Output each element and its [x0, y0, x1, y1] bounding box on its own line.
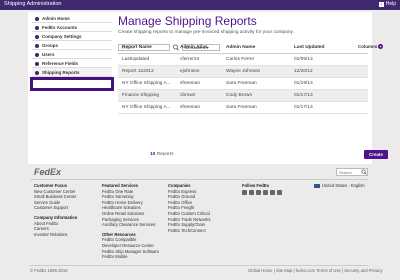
- column-header-last-updated[interactable]: Last Updated: [290, 42, 368, 54]
- bullet-icon: [35, 61, 39, 66]
- reports-table: Report Name Admin Alias Admin Name Last …: [118, 42, 368, 114]
- cell-report-name[interactable]: NY Office Shipping A...: [118, 101, 176, 114]
- social-links: [242, 190, 282, 195]
- report-count-value: 10: [150, 152, 156, 157]
- nav-label: Shipping Reports: [42, 70, 80, 75]
- nav-label: FedEx Accounts: [42, 25, 78, 30]
- instagram-icon[interactable]: [270, 190, 275, 195]
- table-header-row: Report Name Admin Alias Admin Name Last …: [118, 42, 368, 54]
- nav-label: Users: [42, 52, 55, 57]
- nav-item-groups[interactable]: Groups: [32, 41, 112, 50]
- footer-heading: Company Information: [34, 214, 78, 220]
- country-label: United States - English: [322, 183, 365, 188]
- cell-last-updated: 01/17/13: [290, 101, 368, 114]
- bullet-icon: [35, 34, 39, 39]
- country-selector[interactable]: United States - English: [314, 183, 365, 188]
- selection-highlight: [30, 77, 114, 91]
- bullet-icon: [35, 25, 39, 30]
- cell-admin-name: Sara Freeman: [222, 101, 290, 114]
- cell-admin-alias: ejohnson: [176, 65, 222, 78]
- footer-link[interactable]: FedEx Custom Critical: [168, 211, 211, 217]
- top-bar: Shipping Administration ? Help: [0, 0, 400, 10]
- footer-divider: [30, 179, 368, 180]
- footer-column-companies: Companies FedEx Express FedEx Ground Fed…: [168, 183, 211, 233]
- cell-admin-alias: cferrer24: [176, 53, 222, 66]
- column-header-report-name[interactable]: Report Name: [118, 42, 176, 54]
- nav-item-reference-fields[interactable]: Reference Fields: [32, 59, 112, 68]
- report-count-label: Reports: [156, 152, 174, 157]
- logo-text: FedEx: [34, 167, 62, 177]
- cell-admin-alias: cbrown: [176, 89, 222, 102]
- table-row[interactable]: Finance Shipping cbrown Cody Brown 01/17…: [118, 89, 368, 102]
- footer-link[interactable]: Developer Resource Center: [102, 243, 159, 249]
- nav-item-users[interactable]: Users: [32, 50, 112, 59]
- nav-label: Reference Fields: [42, 61, 79, 66]
- fedex-logo[interactable]: FedEx: [34, 167, 61, 177]
- page-title: Manage Shipping Reports: [118, 14, 257, 28]
- footer-divider-bottom: [30, 265, 368, 266]
- copyright: © FedEx 1995-2016: [30, 268, 68, 273]
- report-count: 10 Reports: [150, 152, 173, 157]
- footer-search-icon[interactable]: [361, 169, 367, 175]
- follow-heading: Follow FedEx: [242, 183, 269, 188]
- help-label: Help: [385, 1, 396, 7]
- footer-link[interactable]: FedEx Mobile: [102, 254, 159, 260]
- footer-column-featured-services: Featured Services FedEx One Rate FedEx S…: [102, 183, 159, 260]
- create-button[interactable]: Create: [364, 150, 388, 159]
- cell-admin-alias: sfreeman: [176, 77, 222, 90]
- cell-report-name[interactable]: Report 122012: [118, 65, 176, 78]
- nav-item-shipping-reports[interactable]: Shipping Reports: [32, 68, 112, 77]
- footer-link[interactable]: Small Business Center: [34, 194, 77, 200]
- cell-last-updated: 01/19/13: [290, 77, 368, 90]
- nav-item-company-settings[interactable]: Company Settings: [32, 32, 112, 41]
- us-flag-icon: [314, 183, 320, 188]
- legal-links[interactable]: Global Home | Site Map | fedex.com Terms…: [248, 268, 382, 273]
- nav-item-fedex-accounts[interactable]: FedEx Accounts: [32, 23, 112, 32]
- bullet-icon: [35, 16, 39, 21]
- cell-report-name[interactable]: NY Office Shipping A...: [118, 77, 176, 90]
- column-header-admin-name[interactable]: Admin Name: [222, 42, 290, 54]
- page-description: Create shipping reports to manage pre-in…: [118, 30, 294, 35]
- cell-last-updated: 01/05/13: [290, 53, 368, 66]
- cell-admin-name: Wayne Johnson: [222, 65, 290, 78]
- footer-link[interactable]: FedEx TechConnect: [168, 228, 211, 234]
- linkedin-icon[interactable]: [263, 190, 268, 195]
- cell-admin-name: Carlos Ferrer: [222, 53, 290, 66]
- cell-admin-name: Cody Brown: [222, 89, 290, 102]
- youtube-icon[interactable]: [256, 190, 261, 195]
- facebook-icon[interactable]: [242, 190, 247, 195]
- bullet-icon: [35, 52, 39, 57]
- column-header-admin-alias[interactable]: Admin Alias: [176, 42, 222, 54]
- cell-admin-name: Sara Freeman: [222, 77, 290, 90]
- footer-link[interactable]: Investor Relations: [34, 232, 77, 238]
- cell-admin-alias: sfreeman: [176, 101, 222, 114]
- help-link[interactable]: ? Help: [378, 1, 396, 7]
- footer-column-customer-focus: Customer Focus New Customer Center Small…: [34, 183, 77, 237]
- table-row[interactable]: Report 122012 ejohnson Wayne Johnson 12/…: [118, 65, 368, 78]
- cell-last-updated: 12/20/12: [290, 65, 368, 78]
- bullet-icon: [35, 70, 39, 75]
- table-row[interactable]: NY Office Shipping A... sfreeman Sara Fr…: [118, 77, 368, 90]
- cell-last-updated: 01/17/13: [290, 89, 368, 102]
- nav-item-admin-home[interactable]: Admin Home: [32, 14, 112, 23]
- bullet-icon: [35, 43, 39, 48]
- pinterest-icon[interactable]: [277, 190, 282, 195]
- nav-label: Company Settings: [42, 34, 82, 39]
- cell-report-name[interactable]: LastUpdated: [118, 53, 176, 66]
- footer-link[interactable]: Ancillary Clearance Services: [102, 222, 159, 228]
- nav-label: Groups: [42, 43, 59, 48]
- left-nav: Admin Home FedEx Accounts Company Settin…: [32, 14, 112, 77]
- app-title: Shipping Administration: [4, 1, 62, 7]
- nav-label: Admin Home: [42, 16, 70, 21]
- table-row[interactable]: NY Office Shipping A... sfreeman Sara Fr…: [118, 101, 368, 114]
- plus-icon: +: [378, 44, 384, 49]
- cell-report-name[interactable]: Finance Shipping: [118, 89, 176, 102]
- help-icon: ?: [378, 2, 384, 7]
- footer-link[interactable]: FedEx SupplyChain: [168, 222, 211, 228]
- table-row[interactable]: LastUpdated cferrer24 Carlos Ferrer 01/0…: [118, 53, 368, 66]
- twitter-icon[interactable]: [249, 190, 254, 195]
